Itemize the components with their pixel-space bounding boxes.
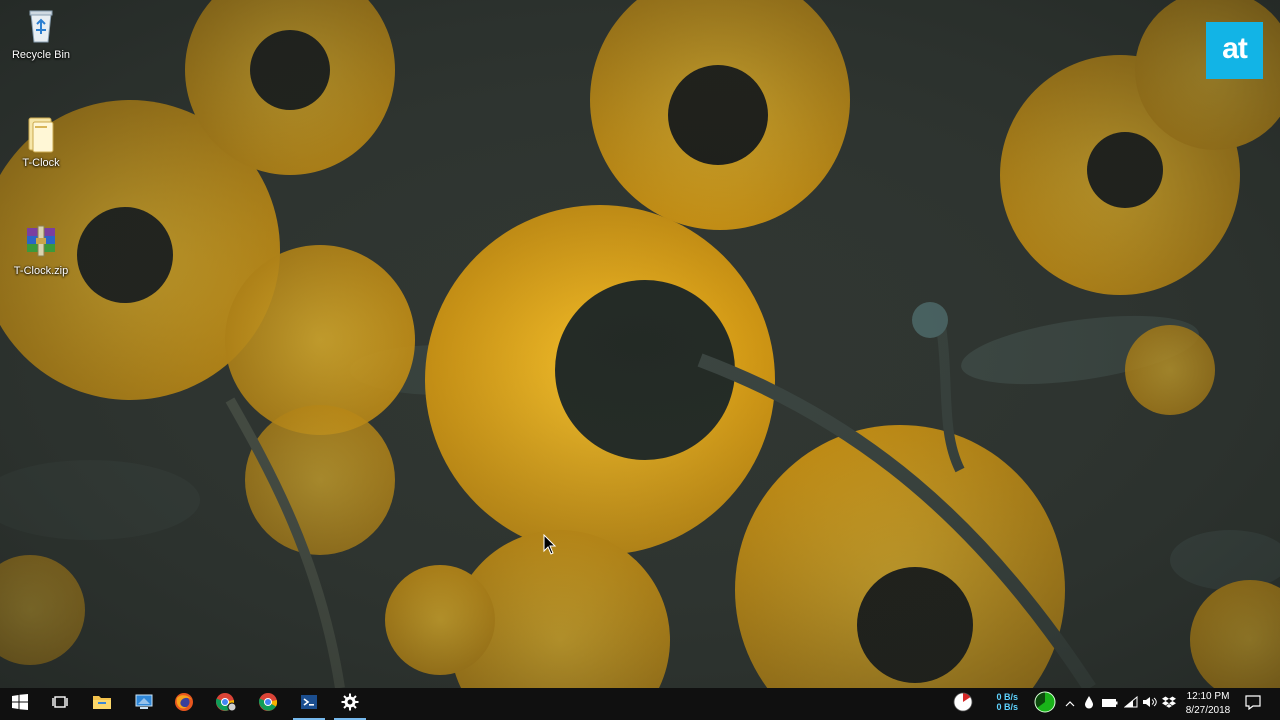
gear-icon [341, 693, 359, 716]
task-view-icon [52, 694, 68, 715]
clock-time: 12:10 PM [1186, 691, 1230, 702]
terminal-icon [300, 693, 318, 716]
volume-tray-button[interactable] [1141, 688, 1159, 720]
recycle-bin-icon [21, 6, 61, 46]
notification-icon [1245, 694, 1261, 715]
desktop-icon-t-clock-zip[interactable]: T-Clock.zip [4, 222, 78, 278]
task-view-button[interactable] [40, 688, 80, 720]
wifi-icon [1123, 695, 1138, 713]
show-hidden-icons-button[interactable] [1062, 688, 1078, 720]
settings-button[interactable] [330, 688, 370, 720]
windows-logo-icon [12, 693, 28, 715]
winrar-archive-icon [21, 222, 61, 262]
desktop-icon-recycle-bin[interactable]: Recycle Bin [4, 6, 78, 62]
battery-tray-button[interactable] [1100, 688, 1120, 720]
desktop-icon-t-clock-folder[interactable]: T-Clock [4, 114, 78, 170]
chrome-icon [215, 692, 237, 717]
clock-date: 8/27/2018 [1185, 705, 1231, 716]
site-watermark-logo: at [1206, 22, 1263, 79]
desktop-icon-label: T-Clock [22, 157, 60, 169]
droplet-icon [1084, 695, 1094, 714]
folder-icon [21, 114, 61, 154]
firefox-button[interactable] [164, 688, 204, 720]
firefox-icon [174, 692, 194, 717]
chrome-icon [258, 692, 278, 717]
chrome-button[interactable] [248, 688, 288, 720]
desktop-icon-label: Recycle Bin [11, 49, 71, 61]
download-speed: 0 B/s [996, 702, 1018, 712]
file-explorer-button[interactable] [82, 688, 122, 720]
wifi-tray-button[interactable] [1122, 688, 1140, 720]
memory-meter[interactable] [1032, 688, 1058, 720]
monitor-icon [134, 693, 154, 716]
folder-icon [92, 693, 112, 716]
chevron-up-icon [1065, 695, 1075, 713]
droplet-tray-button[interactable] [1081, 688, 1097, 720]
mouse-cursor-icon [543, 533, 557, 561]
cpu-meter-icon [953, 692, 973, 717]
remote-desktop-button[interactable] [124, 688, 164, 720]
powershell-button[interactable] [289, 688, 329, 720]
action-center-button[interactable] [1240, 688, 1266, 720]
taskbar-clock[interactable]: 12:10 PM 8/27/2018 [1176, 690, 1240, 718]
battery-icon [1102, 695, 1118, 713]
taskbar [0, 688, 1280, 720]
memory-meter-icon [1034, 691, 1056, 718]
start-button[interactable] [0, 688, 40, 720]
dropbox-icon [1162, 695, 1176, 713]
desktop-wallpaper [0, 0, 1280, 688]
cpu-meter[interactable] [950, 688, 976, 720]
upload-speed: 0 B/s [996, 692, 1018, 702]
desktop-icon-label: T-Clock.zip [13, 265, 69, 277]
chrome-user-button[interactable] [206, 688, 246, 720]
volume-icon [1142, 695, 1158, 713]
network-speed-meter[interactable]: 0 B/s 0 B/s [994, 692, 1018, 712]
